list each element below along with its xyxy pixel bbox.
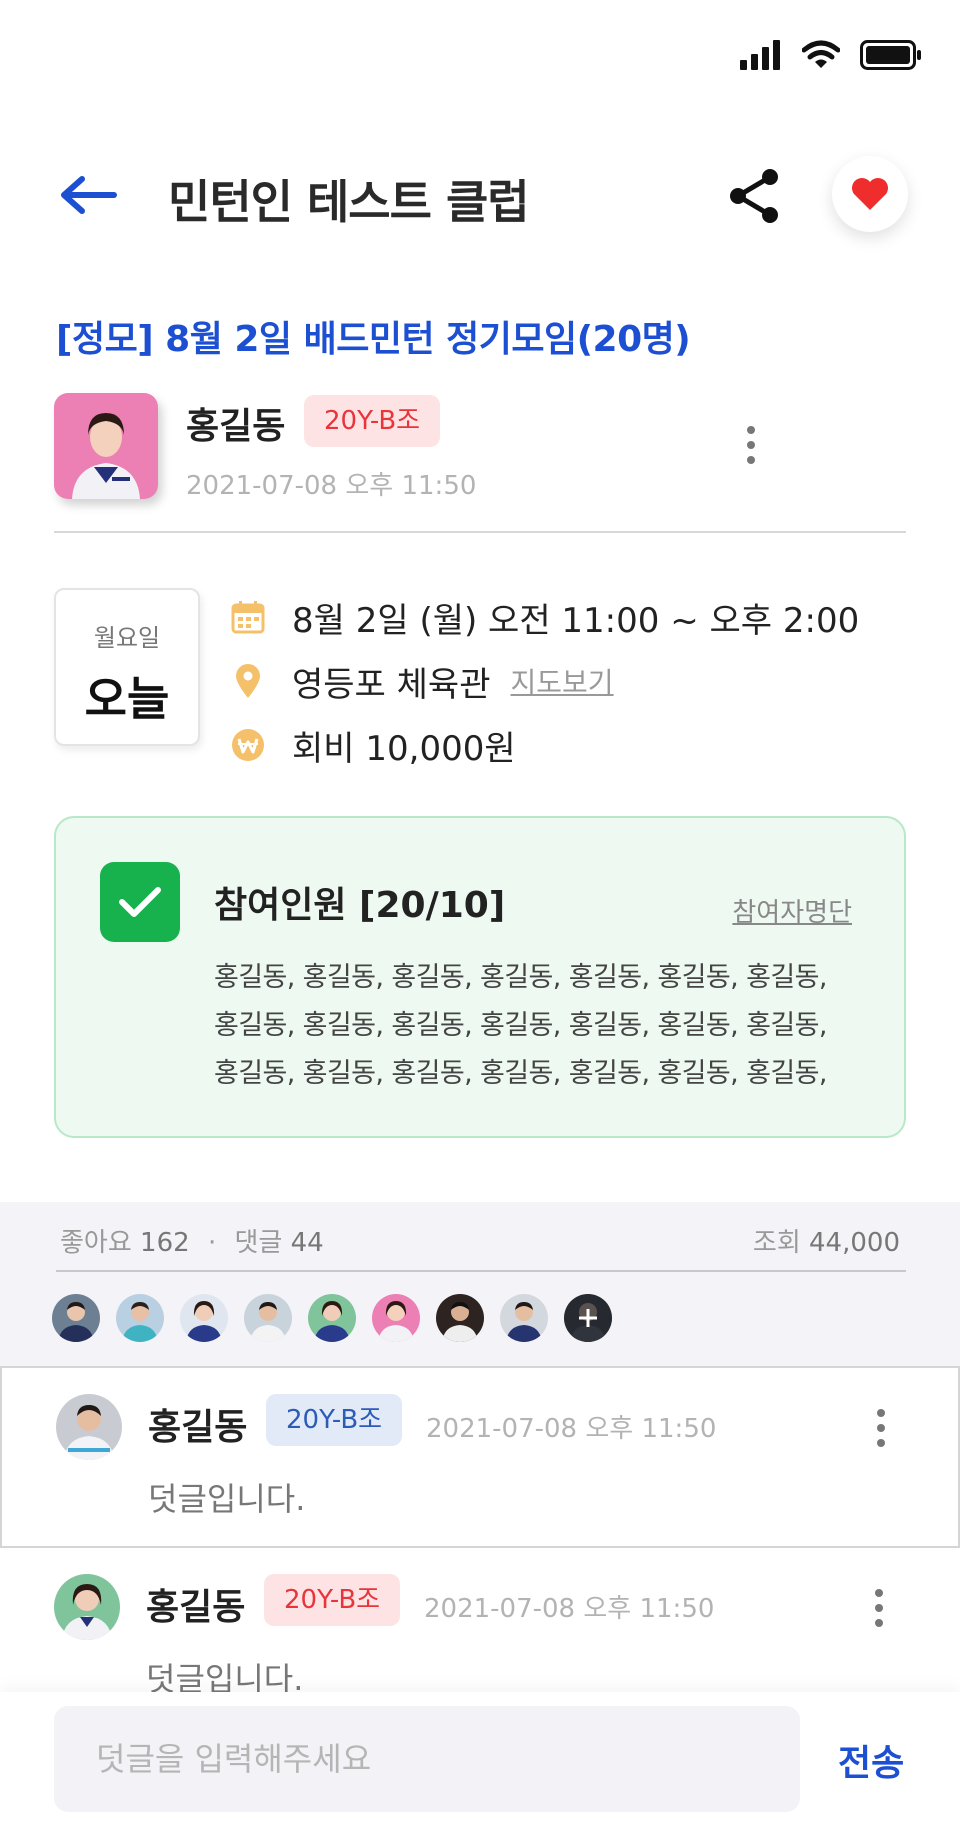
check-icon — [119, 887, 161, 917]
fee-text: 회비 10,000원 — [292, 728, 516, 769]
liker-avatars — [52, 1294, 612, 1342]
stats-row: 좋아요 162 · 댓글 44 조회 44,000 — [56, 1202, 906, 1272]
comments-count: 44 — [290, 1228, 324, 1258]
commenter-avatar[interactable] — [54, 1574, 120, 1640]
participant-names: 홍길동, 홍길동, 홍길동, 홍길동, 홍길동, 홍길동, 홍길동, 홍길동, … — [214, 954, 864, 1098]
commenter-name: 홍길동 — [146, 1587, 246, 1628]
liker-avatar[interactable] — [500, 1294, 548, 1342]
fee-row: 회비 10,000원 — [230, 713, 859, 777]
participant-line: 홍길동, 홍길동, 홍길동, 홍길동, 홍길동, 홍길동, 홍길동, — [214, 962, 827, 993]
schedule-info: 8월 2일 (월) 오전 11:00 ~ 오후 2:00 영등포 체육관 지도보… — [230, 585, 859, 777]
participant-line: 홍길동, 홍길동, 홍길동, 홍길동, 홍길동, 홍길동, 홍길동, — [214, 1058, 827, 1089]
like-button[interactable] — [832, 156, 908, 232]
post-date: 2021-07-08 오후 11:50 — [186, 471, 477, 501]
liker-avatar[interactable] — [436, 1294, 484, 1342]
likes-label: 좋아요 — [60, 1228, 132, 1258]
commenter-avatar[interactable] — [56, 1394, 122, 1460]
participant-list-link[interactable]: 참여자명단 — [732, 892, 852, 929]
participant-line: 홍길동, 홍길동, 홍길동, 홍길동, 홍길동, 홍길동, 홍길동, — [214, 1010, 827, 1041]
signal-icon — [740, 40, 780, 70]
comment-date: 2021-07-08 오후 11:50 — [424, 1594, 715, 1624]
post-title: [정모] 8월 2일 배드민턴 정기모임(20명) — [56, 319, 691, 360]
liker-avatar[interactable] — [244, 1294, 292, 1342]
comment-more-button[interactable] — [864, 1582, 894, 1638]
attendance-title: 참여인원 [20/10] — [214, 885, 506, 926]
datetime-text: 8월 2일 (월) 오전 11:00 ~ 오후 2:00 — [292, 600, 860, 641]
more-dot — [747, 426, 755, 434]
comment-more-button[interactable] — [866, 1402, 896, 1458]
more-dot — [877, 1409, 885, 1417]
more-dot — [747, 441, 755, 449]
arrow-left-icon — [61, 176, 117, 214]
date-box: 월요일 오늘 — [54, 588, 200, 746]
liker-avatar[interactable] — [180, 1294, 228, 1342]
views-label: 조회 — [752, 1228, 801, 1258]
won-coin-icon — [230, 727, 266, 763]
datetime-row: 8월 2일 (월) 오전 11:00 ~ 오후 2:00 — [230, 585, 859, 649]
attendance-card: 참여인원 [20/10] 참여자명단 홍길동, 홍길동, 홍길동, 홍길동, 홍… — [54, 816, 906, 1138]
comment-input[interactable] — [54, 1706, 800, 1812]
weekday-label: 월요일 — [93, 624, 161, 652]
liker-avatar[interactable] — [52, 1294, 100, 1342]
comments-label: 댓글 — [234, 1228, 283, 1258]
today-label: 오늘 — [84, 672, 170, 726]
page-title: 민턴인 테스트 클럽 — [168, 175, 530, 229]
likes-count: 162 — [140, 1228, 190, 1258]
location-row: 영등포 체육관 지도보기 — [230, 649, 859, 713]
send-button[interactable]: 전송 — [838, 1734, 904, 1786]
author-photo-image — [54, 393, 158, 499]
heart-icon — [852, 178, 888, 210]
comment-date: 2021-07-08 오후 11:50 — [426, 1414, 717, 1444]
location-pin-icon — [230, 663, 266, 699]
more-dot — [875, 1604, 883, 1612]
liker-avatar[interactable] — [116, 1294, 164, 1342]
stats-separator: · — [207, 1228, 217, 1258]
battery-icon — [860, 40, 921, 70]
views-count: 44,000 — [809, 1228, 900, 1258]
commenter-name: 홍길동 — [148, 1407, 248, 1448]
comment-text: 덧글입니다. — [148, 1480, 306, 1518]
more-dot — [877, 1439, 885, 1447]
author-row: 홍길동 20Y-B조 2021-07-08 오후 11:50 — [54, 393, 906, 533]
share-button[interactable] — [726, 166, 782, 226]
header: 민턴인 테스트 클럽 — [0, 150, 960, 240]
status-bar — [0, 0, 960, 110]
calendar-icon — [230, 599, 266, 635]
back-button[interactable] — [56, 170, 126, 220]
liker-avatar[interactable] — [372, 1294, 420, 1342]
comment-item: 홍길동 20Y-B조 2021-07-08 오후 11:50 덧글입니다. — [0, 1366, 960, 1548]
commenter-group-badge: 20Y-B조 — [264, 1574, 401, 1626]
stats-right: 조회 44,000 — [753, 1222, 900, 1259]
more-dot — [875, 1589, 883, 1597]
author-avatar[interactable] — [54, 393, 158, 499]
wifi-icon — [802, 40, 840, 68]
map-link[interactable]: 지도보기 — [511, 661, 614, 701]
stats-area: 좋아요 162 · 댓글 44 조회 44,000 — [0, 1202, 960, 1366]
status-icons — [740, 40, 922, 70]
location-text: 영등포 체육관 — [292, 664, 491, 705]
author-name: 홍길동 — [186, 406, 286, 447]
more-dot — [875, 1619, 883, 1627]
share-icon — [730, 169, 778, 223]
post-more-button[interactable] — [736, 419, 766, 475]
author-group-badge: 20Y-B조 — [304, 395, 441, 447]
commenter-group-badge: 20Y-B조 — [266, 1394, 403, 1446]
more-likers-button[interactable] — [564, 1294, 612, 1342]
liker-avatar[interactable] — [308, 1294, 356, 1342]
more-dot — [877, 1424, 885, 1432]
comment-input-bar: 전송 — [0, 1692, 960, 1826]
stats-left: 좋아요 162 · 댓글 44 — [60, 1222, 324, 1259]
more-dot — [747, 456, 755, 464]
attendance-checkbox[interactable] — [100, 862, 180, 942]
